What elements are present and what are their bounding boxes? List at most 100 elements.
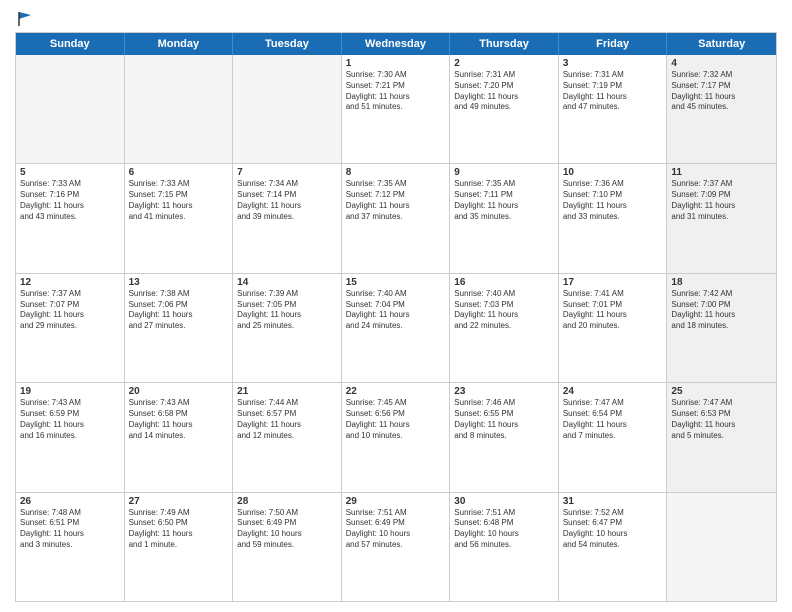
day-cell-9: 9Sunrise: 7:35 AM Sunset: 7:11 PM Daylig… bbox=[450, 164, 559, 272]
day-cell-8: 8Sunrise: 7:35 AM Sunset: 7:12 PM Daylig… bbox=[342, 164, 451, 272]
day-number: 15 bbox=[346, 277, 446, 288]
day-cell-21: 21Sunrise: 7:44 AM Sunset: 6:57 PM Dayli… bbox=[233, 383, 342, 491]
day-info: Sunrise: 7:33 AM Sunset: 7:16 PM Dayligh… bbox=[20, 179, 120, 222]
header-day-wednesday: Wednesday bbox=[342, 33, 451, 55]
day-info: Sunrise: 7:49 AM Sunset: 6:50 PM Dayligh… bbox=[129, 508, 229, 551]
day-number: 12 bbox=[20, 277, 120, 288]
day-number: 9 bbox=[454, 167, 554, 178]
day-number: 8 bbox=[346, 167, 446, 178]
day-cell-25: 25Sunrise: 7:47 AM Sunset: 6:53 PM Dayli… bbox=[667, 383, 776, 491]
day-cell-24: 24Sunrise: 7:47 AM Sunset: 6:54 PM Dayli… bbox=[559, 383, 668, 491]
day-info: Sunrise: 7:52 AM Sunset: 6:47 PM Dayligh… bbox=[563, 508, 663, 551]
day-info: Sunrise: 7:45 AM Sunset: 6:56 PM Dayligh… bbox=[346, 398, 446, 441]
header-day-saturday: Saturday bbox=[667, 33, 776, 55]
day-cell-13: 13Sunrise: 7:38 AM Sunset: 7:06 PM Dayli… bbox=[125, 274, 234, 382]
day-number: 11 bbox=[671, 167, 772, 178]
day-info: Sunrise: 7:47 AM Sunset: 6:54 PM Dayligh… bbox=[563, 398, 663, 441]
empty-cell-0-1 bbox=[125, 55, 234, 163]
day-cell-31: 31Sunrise: 7:52 AM Sunset: 6:47 PM Dayli… bbox=[559, 493, 668, 601]
day-number: 30 bbox=[454, 496, 554, 507]
day-info: Sunrise: 7:39 AM Sunset: 7:05 PM Dayligh… bbox=[237, 289, 337, 332]
day-info: Sunrise: 7:51 AM Sunset: 6:48 PM Dayligh… bbox=[454, 508, 554, 551]
day-cell-18: 18Sunrise: 7:42 AM Sunset: 7:00 PM Dayli… bbox=[667, 274, 776, 382]
day-info: Sunrise: 7:40 AM Sunset: 7:04 PM Dayligh… bbox=[346, 289, 446, 332]
day-info: Sunrise: 7:35 AM Sunset: 7:11 PM Dayligh… bbox=[454, 179, 554, 222]
day-cell-1: 1Sunrise: 7:30 AM Sunset: 7:21 PM Daylig… bbox=[342, 55, 451, 163]
day-info: Sunrise: 7:33 AM Sunset: 7:15 PM Dayligh… bbox=[129, 179, 229, 222]
header-day-tuesday: Tuesday bbox=[233, 33, 342, 55]
day-number: 31 bbox=[563, 496, 663, 507]
day-cell-7: 7Sunrise: 7:34 AM Sunset: 7:14 PM Daylig… bbox=[233, 164, 342, 272]
day-number: 21 bbox=[237, 386, 337, 397]
day-info: Sunrise: 7:47 AM Sunset: 6:53 PM Dayligh… bbox=[671, 398, 772, 441]
day-cell-22: 22Sunrise: 7:45 AM Sunset: 6:56 PM Dayli… bbox=[342, 383, 451, 491]
logo-flag-icon bbox=[17, 10, 35, 28]
day-number: 2 bbox=[454, 58, 554, 69]
page: SundayMondayTuesdayWednesdayThursdayFrid… bbox=[0, 0, 792, 612]
day-cell-4: 4Sunrise: 7:32 AM Sunset: 7:17 PM Daylig… bbox=[667, 55, 776, 163]
calendar-row-3: 12Sunrise: 7:37 AM Sunset: 7:07 PM Dayli… bbox=[16, 273, 776, 382]
day-number: 20 bbox=[129, 386, 229, 397]
day-number: 4 bbox=[671, 58, 772, 69]
day-cell-23: 23Sunrise: 7:46 AM Sunset: 6:55 PM Dayli… bbox=[450, 383, 559, 491]
day-cell-10: 10Sunrise: 7:36 AM Sunset: 7:10 PM Dayli… bbox=[559, 164, 668, 272]
day-number: 13 bbox=[129, 277, 229, 288]
day-cell-16: 16Sunrise: 7:40 AM Sunset: 7:03 PM Dayli… bbox=[450, 274, 559, 382]
day-number: 22 bbox=[346, 386, 446, 397]
day-number: 18 bbox=[671, 277, 772, 288]
header-day-friday: Friday bbox=[559, 33, 668, 55]
day-cell-2: 2Sunrise: 7:31 AM Sunset: 7:20 PM Daylig… bbox=[450, 55, 559, 163]
calendar-body: 1Sunrise: 7:30 AM Sunset: 7:21 PM Daylig… bbox=[16, 55, 776, 601]
day-info: Sunrise: 7:44 AM Sunset: 6:57 PM Dayligh… bbox=[237, 398, 337, 441]
empty-cell-0-2 bbox=[233, 55, 342, 163]
day-cell-5: 5Sunrise: 7:33 AM Sunset: 7:16 PM Daylig… bbox=[16, 164, 125, 272]
day-cell-17: 17Sunrise: 7:41 AM Sunset: 7:01 PM Dayli… bbox=[559, 274, 668, 382]
day-cell-29: 29Sunrise: 7:51 AM Sunset: 6:49 PM Dayli… bbox=[342, 493, 451, 601]
header-day-monday: Monday bbox=[125, 33, 234, 55]
day-cell-3: 3Sunrise: 7:31 AM Sunset: 7:19 PM Daylig… bbox=[559, 55, 668, 163]
day-info: Sunrise: 7:37 AM Sunset: 7:09 PM Dayligh… bbox=[671, 179, 772, 222]
day-info: Sunrise: 7:30 AM Sunset: 7:21 PM Dayligh… bbox=[346, 70, 446, 113]
day-number: 7 bbox=[237, 167, 337, 178]
header bbox=[15, 10, 777, 24]
day-cell-19: 19Sunrise: 7:43 AM Sunset: 6:59 PM Dayli… bbox=[16, 383, 125, 491]
day-info: Sunrise: 7:34 AM Sunset: 7:14 PM Dayligh… bbox=[237, 179, 337, 222]
day-info: Sunrise: 7:43 AM Sunset: 6:58 PM Dayligh… bbox=[129, 398, 229, 441]
day-info: Sunrise: 7:32 AM Sunset: 7:17 PM Dayligh… bbox=[671, 70, 772, 113]
day-cell-27: 27Sunrise: 7:49 AM Sunset: 6:50 PM Dayli… bbox=[125, 493, 234, 601]
logo bbox=[15, 10, 35, 24]
day-number: 14 bbox=[237, 277, 337, 288]
day-info: Sunrise: 7:38 AM Sunset: 7:06 PM Dayligh… bbox=[129, 289, 229, 332]
day-number: 3 bbox=[563, 58, 663, 69]
calendar-row-4: 19Sunrise: 7:43 AM Sunset: 6:59 PM Dayli… bbox=[16, 382, 776, 491]
day-number: 23 bbox=[454, 386, 554, 397]
empty-cell-4-6 bbox=[667, 493, 776, 601]
calendar-header: SundayMondayTuesdayWednesdayThursdayFrid… bbox=[16, 33, 776, 55]
day-info: Sunrise: 7:31 AM Sunset: 7:20 PM Dayligh… bbox=[454, 70, 554, 113]
day-number: 24 bbox=[563, 386, 663, 397]
day-cell-15: 15Sunrise: 7:40 AM Sunset: 7:04 PM Dayli… bbox=[342, 274, 451, 382]
day-cell-12: 12Sunrise: 7:37 AM Sunset: 7:07 PM Dayli… bbox=[16, 274, 125, 382]
day-number: 19 bbox=[20, 386, 120, 397]
header-day-thursday: Thursday bbox=[450, 33, 559, 55]
day-number: 25 bbox=[671, 386, 772, 397]
calendar-row-2: 5Sunrise: 7:33 AM Sunset: 7:16 PM Daylig… bbox=[16, 163, 776, 272]
calendar-row-5: 26Sunrise: 7:48 AM Sunset: 6:51 PM Dayli… bbox=[16, 492, 776, 601]
header-day-sunday: Sunday bbox=[16, 33, 125, 55]
calendar-row-1: 1Sunrise: 7:30 AM Sunset: 7:21 PM Daylig… bbox=[16, 55, 776, 163]
day-number: 26 bbox=[20, 496, 120, 507]
day-info: Sunrise: 7:35 AM Sunset: 7:12 PM Dayligh… bbox=[346, 179, 446, 222]
day-cell-26: 26Sunrise: 7:48 AM Sunset: 6:51 PM Dayli… bbox=[16, 493, 125, 601]
calendar: SundayMondayTuesdayWednesdayThursdayFrid… bbox=[15, 32, 777, 602]
day-cell-14: 14Sunrise: 7:39 AM Sunset: 7:05 PM Dayli… bbox=[233, 274, 342, 382]
day-cell-11: 11Sunrise: 7:37 AM Sunset: 7:09 PM Dayli… bbox=[667, 164, 776, 272]
day-number: 28 bbox=[237, 496, 337, 507]
day-info: Sunrise: 7:41 AM Sunset: 7:01 PM Dayligh… bbox=[563, 289, 663, 332]
day-number: 29 bbox=[346, 496, 446, 507]
day-cell-30: 30Sunrise: 7:51 AM Sunset: 6:48 PM Dayli… bbox=[450, 493, 559, 601]
day-info: Sunrise: 7:43 AM Sunset: 6:59 PM Dayligh… bbox=[20, 398, 120, 441]
day-info: Sunrise: 7:42 AM Sunset: 7:00 PM Dayligh… bbox=[671, 289, 772, 332]
day-info: Sunrise: 7:51 AM Sunset: 6:49 PM Dayligh… bbox=[346, 508, 446, 551]
day-cell-6: 6Sunrise: 7:33 AM Sunset: 7:15 PM Daylig… bbox=[125, 164, 234, 272]
day-cell-28: 28Sunrise: 7:50 AM Sunset: 6:49 PM Dayli… bbox=[233, 493, 342, 601]
